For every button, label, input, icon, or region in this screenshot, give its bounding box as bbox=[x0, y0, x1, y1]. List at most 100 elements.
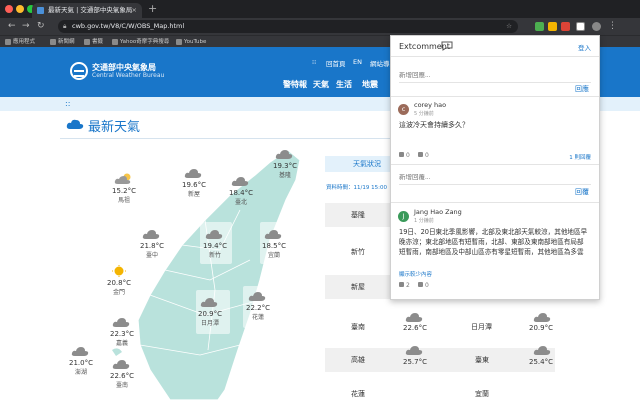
city-name: 花蓮 bbox=[251, 314, 264, 321]
extension-icon[interactable] bbox=[548, 22, 557, 31]
bookmark-star-icon[interactable]: ☆ bbox=[506, 20, 512, 33]
map-city-taipei[interactable]: 18.4°C 臺北 bbox=[229, 175, 253, 206]
back-icon[interactable]: ← bbox=[8, 21, 16, 31]
browser-tab-strip: 最新天氣 | 交通部中央氣象局 × + bbox=[0, 0, 640, 18]
partly-cloudy-icon bbox=[114, 173, 131, 184]
map-city-yilan[interactable]: 18.5°C 宜蘭 bbox=[262, 228, 286, 259]
reload-icon[interactable]: ↻ bbox=[37, 21, 45, 31]
tab-title: 最新天氣 | 交通部中央氣象局 bbox=[48, 6, 133, 14]
dislike-count: 0 bbox=[425, 152, 429, 159]
reply-input[interactable] bbox=[399, 72, 569, 79]
reply-input[interactable] bbox=[399, 174, 569, 181]
divider bbox=[391, 96, 599, 97]
bookmark-item[interactable]: 新聞網 bbox=[50, 37, 75, 47]
divider bbox=[391, 56, 599, 57]
city-temp: 22.3°C bbox=[110, 330, 134, 338]
forward-icon[interactable]: → bbox=[22, 21, 30, 31]
map-city-kinmen[interactable]: 20.8°C 金門 bbox=[107, 265, 131, 296]
city-name: 日月潭 bbox=[200, 320, 219, 327]
map-city-hualien[interactable]: 22.2°C 花蓮 bbox=[246, 290, 270, 321]
replies-link[interactable]: 1 則回覆 bbox=[569, 153, 591, 161]
cloudy-icon bbox=[184, 169, 202, 178]
grid-menu-icon[interactable]: ⁝⁝ bbox=[312, 58, 316, 66]
map-city-xinwu[interactable]: 19.6°C 新屋 bbox=[182, 167, 206, 198]
cloud-icon bbox=[66, 119, 84, 129]
map-city-mazu[interactable]: 15.2°C 馬祖 bbox=[112, 173, 136, 204]
map-city-tainan[interactable]: 22.6°C 臺南 bbox=[110, 358, 134, 389]
map-city-keelung[interactable]: 19.3°C 基隆 bbox=[273, 148, 297, 179]
city-name: 基隆 bbox=[278, 172, 291, 179]
like-button[interactable]: 0 bbox=[399, 152, 410, 159]
cwb-logo-icon[interactable] bbox=[70, 62, 88, 80]
station-temp: 25.4°C bbox=[529, 358, 553, 366]
bookmark-item[interactable]: 應用程式 bbox=[5, 37, 35, 47]
address-url: cwb.gov.tw/V8/C/W/OBS_Map.html bbox=[72, 22, 185, 30]
close-tab-icon[interactable]: × bbox=[132, 3, 137, 18]
city-temp: 19.4°C bbox=[203, 242, 227, 250]
dislike-button[interactable]: 0 bbox=[418, 282, 429, 289]
city-name: 新屋 bbox=[187, 191, 200, 198]
divider bbox=[391, 202, 599, 203]
extcomment-extension-icon[interactable] bbox=[576, 22, 585, 31]
reply-button[interactable]: 回覆 bbox=[575, 187, 589, 197]
station-temp: 25.7°C bbox=[403, 358, 427, 366]
map-city-chiayi[interactable]: 22.3°C 嘉義 bbox=[110, 316, 134, 347]
show-less-link[interactable]: 顯示較少內容 bbox=[399, 270, 432, 278]
extension-icon[interactable] bbox=[535, 22, 544, 31]
cloudy-icon bbox=[205, 230, 223, 239]
city-name: 臺中 bbox=[145, 252, 158, 259]
cloudy-icon bbox=[275, 150, 293, 159]
cloudy-icon bbox=[264, 230, 282, 239]
city-temp: 21.8°C bbox=[140, 242, 164, 250]
logo-english-name: Central Weather Bureau bbox=[92, 72, 165, 79]
cloudy-icon bbox=[248, 292, 266, 301]
comment-author: Jang Hao Zang bbox=[414, 208, 462, 216]
map-city-taichung[interactable]: 21.8°C 臺中 bbox=[140, 228, 164, 259]
city-name: 嘉義 bbox=[115, 340, 128, 347]
dislike-button[interactable]: 0 bbox=[418, 152, 429, 159]
data-time: 資料時間：11/19 15:00 bbox=[326, 185, 387, 191]
breadcrumb-menu-icon[interactable]: :: bbox=[65, 99, 70, 108]
login-link[interactable]: 登入 bbox=[578, 42, 591, 52]
sunny-icon bbox=[111, 265, 126, 277]
nav-item-warnings[interactable]: 警特報 bbox=[283, 79, 307, 90]
comment-author: corey hao bbox=[414, 101, 447, 109]
station-temp: 20.9°C bbox=[529, 324, 553, 332]
city-temp: 22.2°C bbox=[246, 304, 270, 312]
city-name: 新竹 bbox=[208, 252, 221, 259]
station-name: 日月潭 bbox=[471, 323, 492, 331]
map-city-penghu[interactable]: 21.0°C 澎湖 bbox=[69, 345, 93, 376]
address-bar[interactable]: 🔒︎ cwb.gov.tw/V8/C/W/OBS_Map.html ☆ bbox=[58, 20, 518, 33]
bookmark-item[interactable]: Yahoo奇摩字典搜尋 bbox=[112, 37, 169, 47]
city-temp: 18.4°C bbox=[229, 189, 253, 197]
city-temp: 20.8°C bbox=[107, 279, 131, 287]
map-city-sun-moon-lake[interactable]: 20.9°C 日月潭 bbox=[198, 296, 222, 327]
top-link-home[interactable]: 回首頁 bbox=[326, 58, 346, 68]
nav-item-earthquake[interactable]: 地震 bbox=[362, 79, 378, 90]
menu-kebab-icon[interactable]: ⋮ bbox=[608, 22, 617, 31]
nav-item-life[interactable]: 生活 bbox=[336, 79, 352, 90]
page-title: 最新天氣 bbox=[88, 120, 141, 135]
city-temp: 22.6°C bbox=[110, 372, 134, 380]
cloudy-icon bbox=[112, 360, 130, 369]
map-city-hsinchu[interactable]: 19.4°C 新竹 bbox=[203, 228, 227, 259]
station-name: 臺南 bbox=[351, 323, 365, 331]
nav-item-weather[interactable]: 天氣 bbox=[313, 79, 329, 90]
like-count: 0 bbox=[406, 152, 410, 159]
profile-avatar-icon[interactable] bbox=[592, 22, 601, 31]
minimize-window-icon[interactable] bbox=[16, 5, 24, 13]
station-name: 基隆 bbox=[351, 211, 365, 219]
bookmark-item[interactable]: 書籤 bbox=[84, 37, 103, 47]
top-link-english[interactable]: EN bbox=[353, 58, 362, 66]
avatar: c bbox=[398, 104, 409, 115]
new-tab-button[interactable]: + bbox=[148, 2, 157, 15]
cloudy-icon bbox=[231, 177, 249, 186]
extension-icon[interactable] bbox=[561, 22, 570, 31]
cloudy-icon bbox=[405, 313, 423, 322]
browser-tab[interactable]: 最新天氣 | 交通部中央氣象局 × bbox=[32, 3, 142, 18]
reply-button[interactable]: 回應 bbox=[575, 84, 589, 94]
close-window-icon[interactable] bbox=[5, 5, 13, 13]
city-name: 臺北 bbox=[234, 199, 247, 206]
bookmark-item[interactable]: YouTube bbox=[176, 37, 206, 47]
like-button[interactable]: 2 bbox=[399, 282, 410, 289]
